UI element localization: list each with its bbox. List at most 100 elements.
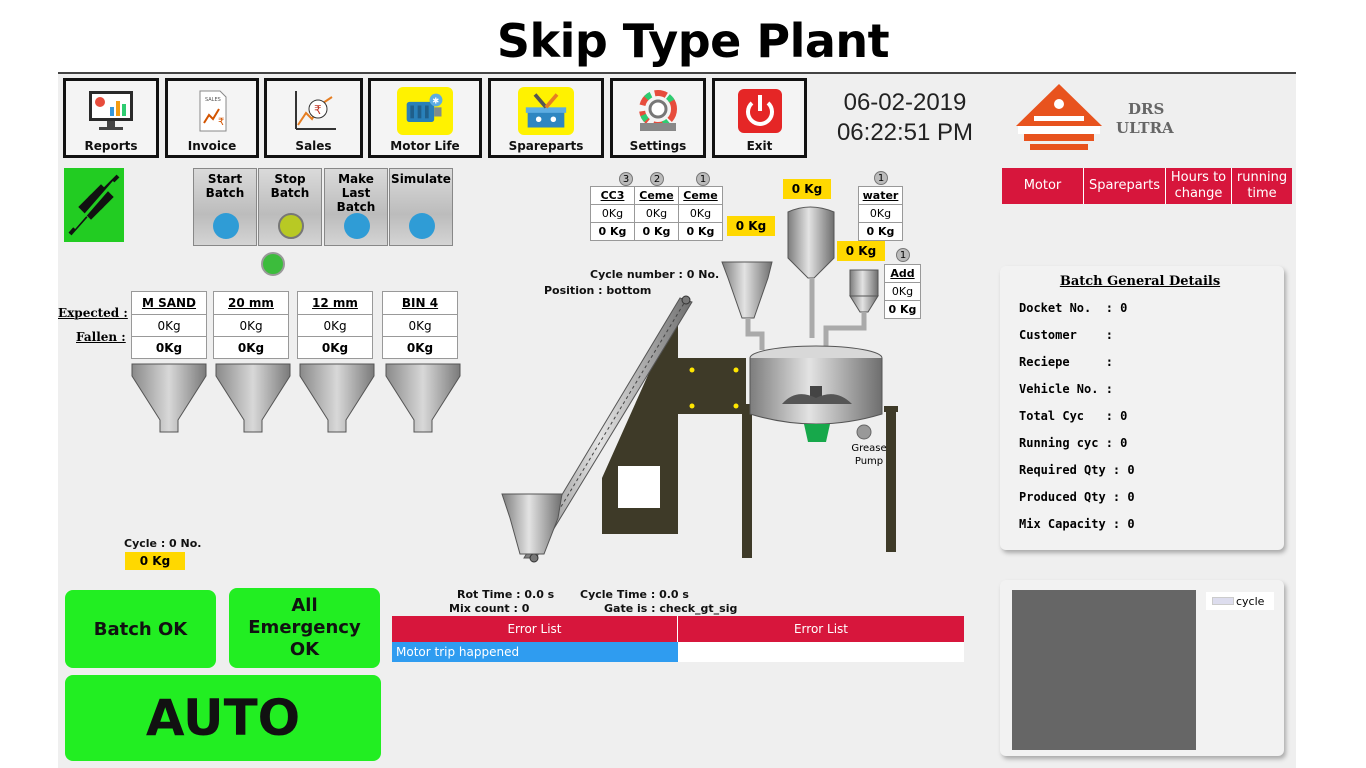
spareparts-icon xyxy=(518,87,574,135)
reports-button[interactable]: Reports xyxy=(63,78,159,158)
start-batch-label: Start Batch xyxy=(205,172,245,200)
rot-time-text: Rot Time : 0.0 s xyxy=(457,588,555,601)
sales-label: Sales xyxy=(295,139,332,153)
tab-motor[interactable]: Motor xyxy=(1002,168,1084,204)
bin-m-sand: M SAND 0Kg 0Kg xyxy=(131,291,207,359)
bin-name: 12 mm xyxy=(297,291,373,315)
stop-icon xyxy=(278,213,304,239)
make-last-batch-button[interactable]: Make Last Batch xyxy=(324,168,388,246)
power-icon xyxy=(737,89,782,133)
cycle-graph-card: cycle xyxy=(1000,580,1284,756)
bin-fallen: 0Kg xyxy=(131,337,207,359)
bin-expected: 0Kg xyxy=(382,315,458,337)
svg-text:✱: ✱ xyxy=(432,96,439,106)
all-emergency-ok-button[interactable]: All Emergency OK xyxy=(229,588,380,668)
motor-life-icon: ✱ xyxy=(397,87,453,135)
brand-name: DRS ULTRA xyxy=(1116,100,1174,137)
brand-logo-icon xyxy=(1016,84,1102,150)
legend-label: cycle xyxy=(1236,594,1265,608)
batch-ok-button[interactable]: Batch OK xyxy=(65,590,216,668)
sales-button[interactable]: ₹ Sales xyxy=(264,78,363,158)
gate-status-text: Gate is : check_gt_sig xyxy=(604,602,738,615)
cycle-graph-plot xyxy=(1012,590,1196,750)
bin-name: 20 mm xyxy=(213,291,289,315)
error-list-header: Error List xyxy=(678,616,964,642)
hopper-icon xyxy=(299,363,375,433)
produced-qty-row: Produced Qty : 0 xyxy=(1019,490,1135,504)
required-qty-row: Required Qty : 0 xyxy=(1019,463,1135,477)
bin-12mm: 12 mm 0Kg 0Kg xyxy=(297,291,373,359)
recipe-row: Reciepe : xyxy=(1019,355,1113,369)
running-cycles-row: Running cyc : 0 xyxy=(1019,436,1128,450)
settings-icon xyxy=(639,90,677,131)
datetime-display: 06-02-2019 06:22:51 PM xyxy=(820,88,990,148)
simulate-label: Simulate xyxy=(391,172,451,186)
bin-20mm: 20 mm 0Kg 0Kg xyxy=(213,291,289,359)
simulate-button[interactable]: Simulate xyxy=(389,168,453,246)
fallen-label: Fallen : xyxy=(76,330,126,344)
vehicle-row: Vehicle No. : xyxy=(1019,382,1113,396)
bin-expected: 0Kg xyxy=(297,315,373,337)
svg-text:₹: ₹ xyxy=(314,103,322,117)
mix-count-text: Mix count : 0 xyxy=(449,602,530,615)
tab-hours-to-change[interactable]: Hours to change xyxy=(1166,168,1232,204)
bin-name: BIN 4 xyxy=(382,291,458,315)
settings-label: Settings xyxy=(629,139,687,153)
invoice-label: Invoice xyxy=(187,139,237,153)
settings-button[interactable]: Settings xyxy=(610,78,706,158)
mix-capacity-row: Mix Capacity : 0 xyxy=(1019,517,1135,531)
reports-label: Reports xyxy=(84,139,138,153)
tab-running-time[interactable]: running time xyxy=(1232,168,1292,204)
bin-expected: 0Kg xyxy=(213,315,289,337)
customer-row: Customer : xyxy=(1019,328,1113,342)
graph-legend: cycle xyxy=(1206,592,1274,610)
bin-fallen: 0Kg xyxy=(297,337,373,359)
hopper-icon xyxy=(385,363,461,433)
spareparts-button[interactable]: Spareparts xyxy=(488,78,604,158)
close-icon xyxy=(344,213,370,239)
tab-spareparts[interactable]: Spareparts xyxy=(1084,168,1166,204)
cycle-count-text: Cycle : 0 No. xyxy=(124,537,202,550)
hopper-icon xyxy=(215,363,291,433)
skip-mixer-machine xyxy=(501,206,898,563)
plug-connection-icon[interactable] xyxy=(64,168,124,242)
start-batch-button[interactable]: Start Batch xyxy=(193,168,257,246)
stop-batch-label: Stop Batch xyxy=(270,172,310,200)
exit-label: Exit xyxy=(746,139,773,153)
grease-pump-label: Grease Pump xyxy=(851,443,887,467)
error-list-header: Error List xyxy=(392,616,678,642)
bin-fallen: 0Kg xyxy=(382,337,458,359)
cycle-time-text: Cycle Time : 0.0 s xyxy=(580,588,689,601)
invoice-icon: SALES ₹ xyxy=(199,90,227,132)
exit-button[interactable]: Exit xyxy=(712,78,807,158)
error-list-table: Error List Error List Motor trip happene… xyxy=(392,616,964,662)
docket-row: Docket No. : 0 xyxy=(1019,301,1128,315)
svg-text:SALES: SALES xyxy=(205,97,221,103)
simulate-icon xyxy=(409,213,435,239)
page-title: Skip Type Plant xyxy=(496,14,890,68)
invoice-button[interactable]: SALES ₹ Invoice xyxy=(165,78,259,158)
hopper-icon xyxy=(131,363,207,433)
error-row[interactable]: Motor trip happened xyxy=(392,642,678,662)
bin-expected: 0Kg xyxy=(131,315,207,337)
legend-swatch xyxy=(1212,597,1234,605)
reports-icon xyxy=(89,91,133,130)
bin-name: M SAND xyxy=(131,291,207,315)
motor-life-button[interactable]: ✱ Motor Life xyxy=(368,78,482,158)
batch-details-header: Batch General Details xyxy=(1059,274,1221,289)
expected-label: Expected : xyxy=(58,306,128,320)
aggregate-hoppers xyxy=(131,363,461,433)
cycle-weight-value: 0 Kg xyxy=(125,552,185,570)
svg-text:₹: ₹ xyxy=(218,117,224,128)
batch-details-card: Batch General Details Docket No. : 0 Cus… xyxy=(1000,266,1284,550)
timer-icon xyxy=(261,252,285,276)
bin-4: BIN 4 0Kg 0Kg xyxy=(382,291,458,359)
stop-batch-button[interactable]: Stop Batch xyxy=(258,168,322,246)
time-text: 06:22:51 PM xyxy=(836,119,974,146)
error-row[interactable] xyxy=(678,642,964,662)
spareparts-label: Spareparts xyxy=(508,139,584,153)
auto-mode-button[interactable]: AUTO xyxy=(65,675,381,761)
motor-life-label: Motor Life xyxy=(390,139,460,153)
bin-fallen: 0Kg xyxy=(213,337,289,359)
start-icon xyxy=(213,213,239,239)
